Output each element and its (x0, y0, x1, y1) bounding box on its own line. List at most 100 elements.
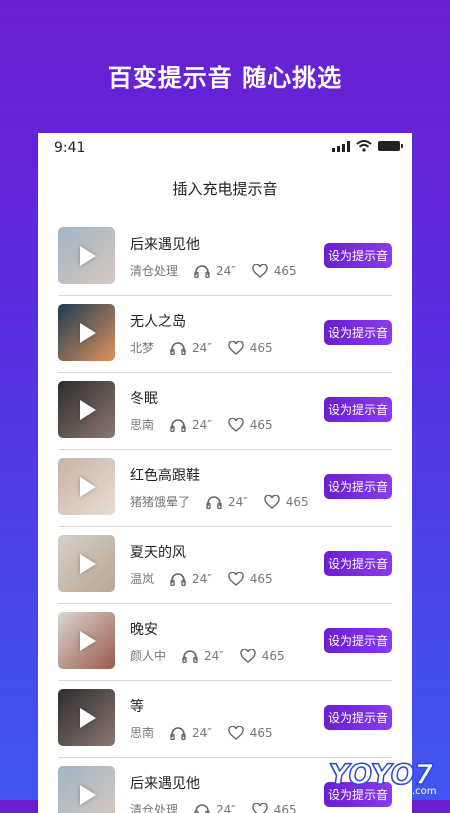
like-count: 465 (228, 341, 273, 355)
song-artist: 清仓处理 (130, 801, 178, 813)
song-thumbnail[interactable] (58, 535, 115, 592)
phone-screen: 9:41 插入充电提示音 后来遇见他 清仓处理 (38, 133, 412, 813)
song-thumbnail[interactable] (58, 766, 115, 813)
headphones-icon (182, 649, 198, 663)
like-number: 465 (250, 572, 273, 586)
like-count: 465 (228, 572, 273, 586)
like-number: 465 (262, 649, 285, 663)
heart-icon (264, 495, 280, 509)
song-artist: 北梦 (130, 339, 154, 356)
wifi-icon (356, 140, 372, 152)
play-icon[interactable] (80, 477, 96, 497)
play-icon[interactable] (80, 400, 96, 420)
song-meta: 清仓处理 24″ 465 (130, 801, 313, 813)
play-duration: 24″ (228, 495, 248, 509)
play-duration: 24″ (192, 572, 212, 586)
play-count: 24″ (170, 726, 212, 740)
battery-icon (378, 141, 400, 151)
play-duration: 24″ (216, 803, 236, 813)
like-count: 465 (252, 264, 297, 278)
song-artist: 思南 (130, 724, 154, 741)
heart-icon (228, 418, 244, 432)
like-number: 465 (286, 495, 309, 509)
headphones-icon (170, 726, 186, 740)
song-meta: 颜人中 24″ 465 (130, 647, 301, 664)
song-title: 红色高跟鞋 (130, 465, 200, 485)
song-row[interactable]: 等 思南 24″ 465 设为提示音 (38, 681, 412, 758)
like-count: 465 (228, 418, 273, 432)
headphones-icon (170, 572, 186, 586)
like-number: 465 (250, 726, 273, 740)
play-count: 24″ (194, 803, 236, 813)
play-icon[interactable] (80, 554, 96, 574)
song-title: 后来遇见他 (130, 773, 200, 793)
status-time: 9:41 (54, 140, 85, 156)
song-title: 等 (130, 696, 144, 716)
song-meta: 清仓处理 24″ 465 (130, 262, 313, 279)
status-bar: 9:41 (38, 133, 412, 161)
song-row[interactable]: 冬眠 思南 24″ 465 设为提示音 (38, 373, 412, 450)
heart-icon (252, 803, 268, 813)
song-title: 后来遇见他 (130, 234, 200, 254)
song-title: 夏天的风 (130, 542, 186, 562)
song-artist: 温岚 (130, 570, 154, 587)
play-count: 24″ (182, 649, 224, 663)
like-number: 465 (274, 264, 297, 278)
song-meta: 思南 24″ 465 (130, 724, 289, 741)
song-row[interactable]: 红色高跟鞋 猪猪饿晕了 24″ 465 设为提示音 (38, 450, 412, 527)
play-count: 24″ (194, 264, 236, 278)
heart-icon (228, 572, 244, 586)
song-artist: 清仓处理 (130, 262, 178, 279)
set-ringtone-button[interactable]: 设为提示音 (324, 320, 392, 345)
set-ringtone-button[interactable]: 设为提示音 (324, 705, 392, 730)
play-count: 24″ (206, 495, 248, 509)
song-artist: 颜人中 (130, 647, 166, 664)
set-ringtone-button[interactable]: 设为提示音 (324, 243, 392, 268)
song-row[interactable]: 晚安 颜人中 24″ 465 设为提示音 (38, 604, 412, 681)
song-row[interactable]: 无人之岛 北梦 24″ 465 设为提示音 (38, 296, 412, 373)
song-thumbnail[interactable] (58, 304, 115, 361)
headphones-icon (170, 418, 186, 432)
headphones-icon (206, 495, 222, 509)
play-icon[interactable] (80, 323, 96, 343)
signal-icon (332, 141, 350, 152)
set-ringtone-button[interactable]: 设为提示音 (324, 551, 392, 576)
play-icon[interactable] (80, 708, 96, 728)
watermark-logo: YOYO7 .com (328, 754, 446, 796)
song-row[interactable]: 后来遇见他 清仓处理 24″ 465 设为提示音 (38, 219, 412, 296)
play-icon[interactable] (80, 785, 96, 805)
play-count: 24″ (170, 572, 212, 586)
play-count: 24″ (170, 341, 212, 355)
song-row[interactable]: 夏天的风 温岚 24″ 465 设为提示音 (38, 527, 412, 604)
like-count: 465 (228, 726, 273, 740)
play-duration: 24″ (204, 649, 224, 663)
song-artist: 思南 (130, 416, 154, 433)
status-icons (332, 140, 400, 152)
heart-icon (252, 264, 268, 278)
play-count: 24″ (170, 418, 212, 432)
like-count: 465 (240, 649, 285, 663)
song-thumbnail[interactable] (58, 458, 115, 515)
like-count: 465 (252, 803, 297, 813)
song-thumbnail[interactable] (58, 689, 115, 746)
song-title: 无人之岛 (130, 311, 186, 331)
like-count: 465 (264, 495, 309, 509)
song-thumbnail[interactable] (58, 227, 115, 284)
heart-icon (228, 341, 244, 355)
play-icon[interactable] (80, 631, 96, 651)
play-icon[interactable] (80, 246, 96, 266)
headline: 百变提示音 随心挑选 (0, 58, 450, 93)
set-ringtone-button[interactable]: 设为提示音 (324, 397, 392, 422)
headphones-icon (170, 341, 186, 355)
song-meta: 思南 24″ 465 (130, 416, 289, 433)
song-thumbnail[interactable] (58, 612, 115, 669)
song-list: 后来遇见他 清仓处理 24″ 465 设为提示音 无人 (38, 219, 412, 813)
song-meta: 温岚 24″ 465 (130, 570, 289, 587)
set-ringtone-button[interactable]: 设为提示音 (324, 474, 392, 499)
headphones-icon (194, 264, 210, 278)
set-ringtone-button[interactable]: 设为提示音 (324, 628, 392, 653)
song-thumbnail[interactable] (58, 381, 115, 438)
heart-icon (228, 726, 244, 740)
play-duration: 24″ (192, 418, 212, 432)
heart-icon (240, 649, 256, 663)
